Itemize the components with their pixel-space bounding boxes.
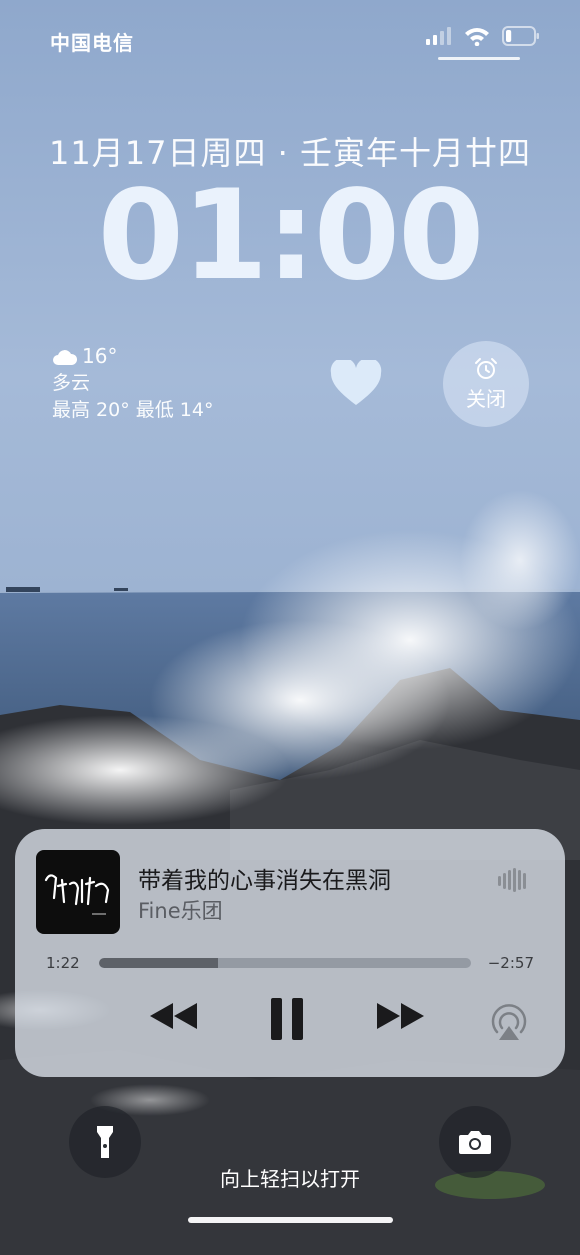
weather-temperature: 16° [82, 344, 118, 368]
cloud-icon [53, 349, 78, 365]
battery-icon [502, 26, 539, 46]
control-center-indicator[interactable] [438, 57, 520, 60]
lock-screen-clock: 01:00 [97, 164, 485, 308]
weather-widget[interactable]: 16° 多云 最高 20° 最低 14° [52, 343, 213, 424]
airplay-button[interactable] [489, 1002, 529, 1042]
flashlight-icon [97, 1126, 113, 1158]
pause-icon [271, 998, 303, 1040]
home-indicator[interactable] [188, 1217, 393, 1223]
playback-progress-fill [99, 958, 219, 968]
song-artist: Fine乐团 [138, 899, 223, 923]
heart-icon [330, 357, 382, 405]
remaining-time: −2:57 [487, 954, 534, 972]
weather-range: 最高 20° 最低 14° [52, 399, 214, 421]
swipe-up-hint: 向上轻扫以打开 [220, 1167, 360, 1191]
album-art-image [44, 874, 110, 915]
rewind-icon [150, 1003, 197, 1029]
song-title: 带着我的心事消失在黑洞 [138, 868, 391, 894]
alarm-label: 关闭 [466, 386, 506, 411]
pause-button[interactable] [267, 996, 307, 1042]
carrier-label: 中国电信 [50, 31, 134, 55]
heart-widget[interactable] [330, 357, 382, 410]
alarm-clock-icon [475, 357, 497, 379]
rewind-button[interactable] [148, 1001, 200, 1031]
camera-icon [459, 1131, 491, 1154]
weather-condition: 多云 [52, 372, 91, 394]
alarm-widget[interactable]: 关闭 [443, 341, 529, 427]
fast-forward-button[interactable] [374, 1001, 426, 1031]
album-artwork[interactable] [36, 850, 120, 934]
airplay-icon [491, 1004, 527, 1040]
now-playing-card[interactable]: 带着我的心事消失在黑洞 Fine乐团 1:22 −2:57 [15, 829, 565, 1077]
wifi-icon [465, 28, 489, 46]
elapsed-time: 1:22 [46, 954, 80, 972]
cellular-signal-icon [426, 27, 451, 45]
playback-scrubber[interactable] [99, 958, 471, 968]
fast-forward-icon [377, 1003, 424, 1029]
audio-waveform-icon [498, 868, 526, 892]
status-icons [426, 26, 540, 46]
